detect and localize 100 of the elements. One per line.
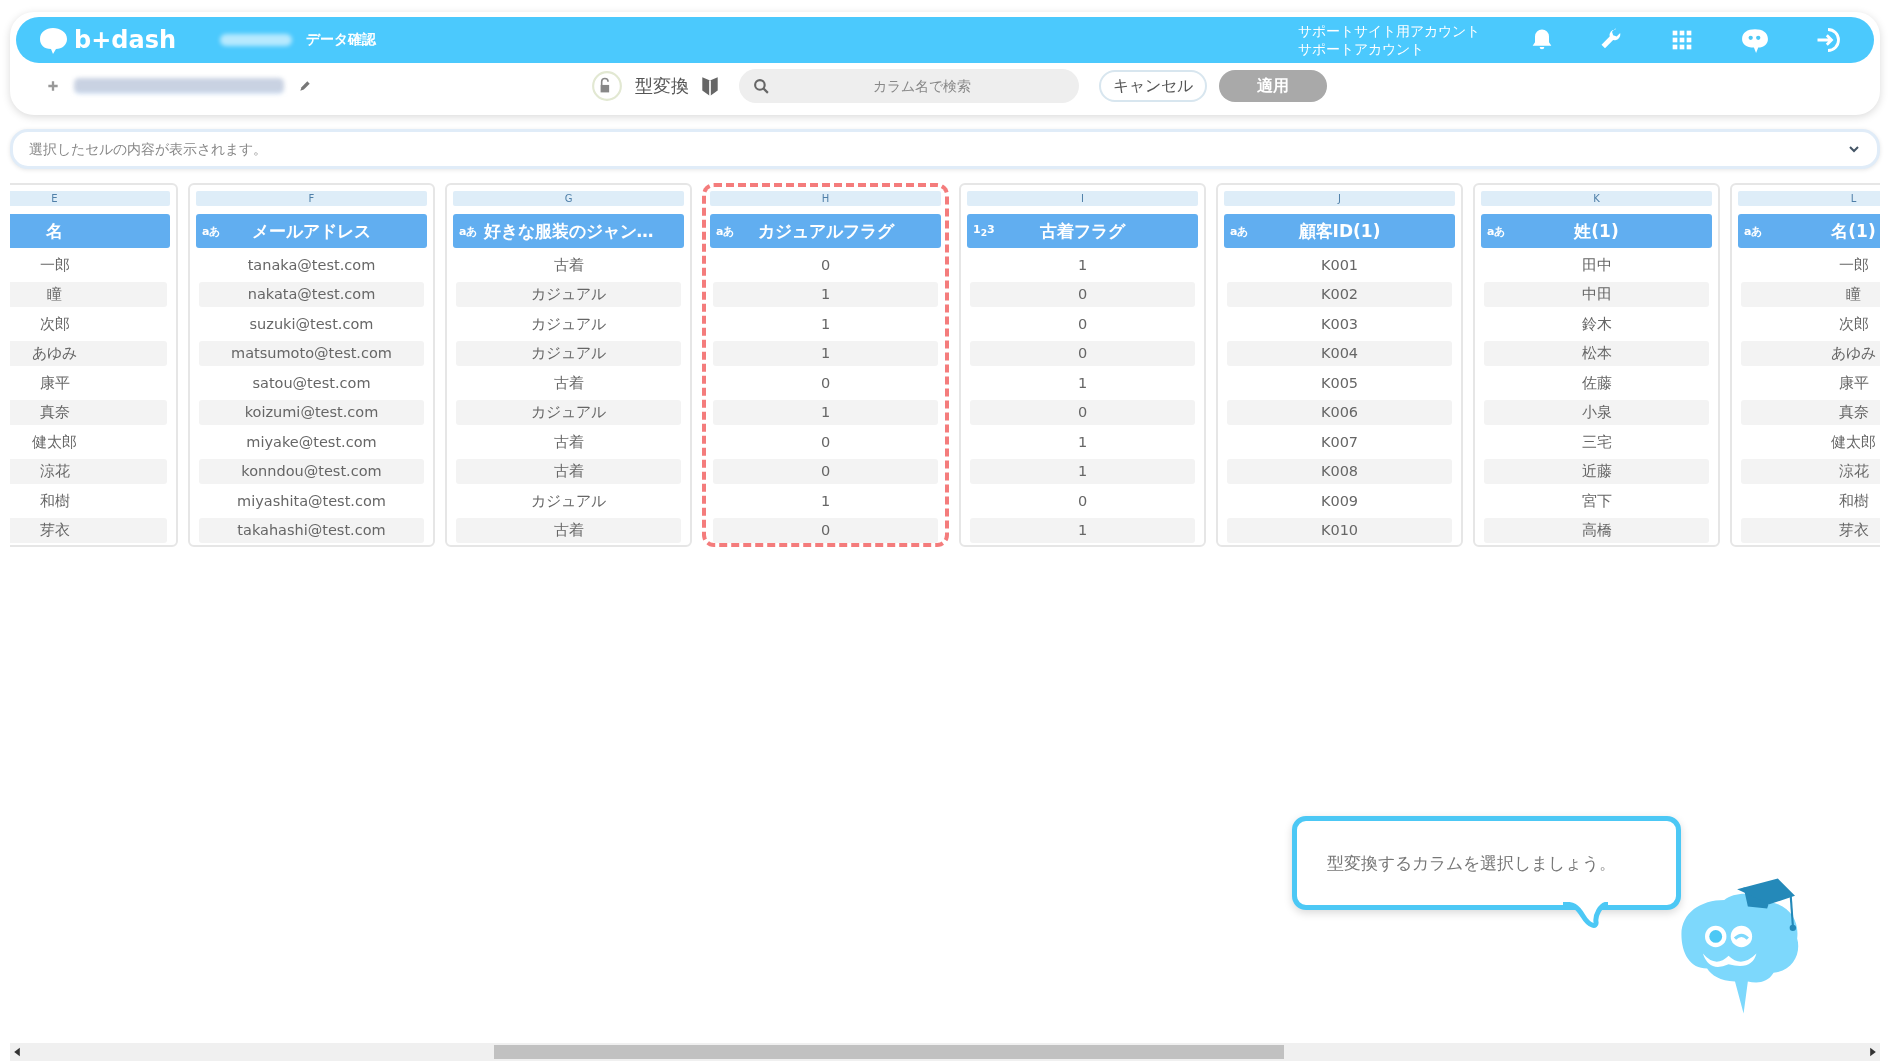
table-cell[interactable]: 1 xyxy=(970,459,1195,484)
table-cell[interactable]: miyashita@test.com xyxy=(199,488,424,514)
table-cell[interactable]: 松本 xyxy=(1484,341,1709,366)
table-cell[interactable]: 涼花 xyxy=(10,459,167,484)
table-cell[interactable]: 瞳 xyxy=(1741,282,1880,307)
table-cell[interactable]: K001 xyxy=(1227,252,1452,278)
table-cell[interactable]: 0 xyxy=(970,311,1195,337)
table-cell[interactable]: 1 xyxy=(713,488,938,514)
table-cell[interactable]: 1 xyxy=(713,282,938,307)
blurred-tab[interactable] xyxy=(74,78,284,94)
lock-icon[interactable] xyxy=(591,70,623,102)
table-cell[interactable]: K008 xyxy=(1227,459,1452,484)
table-cell[interactable]: 1 xyxy=(713,311,938,337)
table-cell[interactable]: K009 xyxy=(1227,488,1452,514)
table-cell[interactable]: miyake@test.com xyxy=(199,429,424,455)
table-cell[interactable]: 0 xyxy=(713,459,938,484)
table-cell[interactable]: 1 xyxy=(970,252,1195,278)
table-cell[interactable]: suzuki@test.com xyxy=(199,311,424,337)
table-cell[interactable]: 古着 xyxy=(456,252,681,278)
table-cell[interactable]: 健太郎 xyxy=(1741,429,1880,455)
table-cell[interactable]: 健太郎 xyxy=(10,429,167,455)
table-cell[interactable]: 佐藤 xyxy=(1484,370,1709,396)
table-column[interactable]: E 名 一郎 瞳 次郎 あゆみ 康平 真奈 健太郎 涼花 和樹 芽衣 xyxy=(10,183,178,547)
table-cell[interactable]: K004 xyxy=(1227,341,1452,366)
table-cell[interactable]: 1 xyxy=(970,518,1195,543)
table-cell[interactable]: 1 xyxy=(970,429,1195,455)
table-column[interactable]: G aあ 好きな服装のジャン… 古着 カジュアル カジュアル カジュアル 古着 カジュアル 古着 古着 カジュアル 古着 xyxy=(445,183,692,547)
table-column[interactable]: L aあ 名(1) 一郎 瞳 次郎 あゆみ 康平 真奈 健太郎 涼花 和樹 芽衣 xyxy=(1730,183,1880,547)
action-button[interactable]: キャンセル xyxy=(1099,70,1207,102)
table-cell[interactable]: 和樹 xyxy=(10,488,167,514)
table-column[interactable]: H aあ カジュアルフラグ 0 1 1 1 0 1 0 0 1 0 xyxy=(702,183,949,547)
pencil-icon[interactable] xyxy=(298,79,312,93)
table-cell[interactable]: nakata@test.com xyxy=(199,282,424,307)
table-cell[interactable]: カジュアル xyxy=(456,488,681,514)
table-column[interactable]: I 1$_{2}$3 古着フラグ 1 0 0 0 1 0 1 1 0 1 xyxy=(959,183,1206,547)
table-column[interactable]: F aあ メールアドレス tanaka@test.com nakata@test.com suzuki@test.com matsumoto@test.com satou@test.com koizumi@test.com miyake@test.com konndou@test.com miyashita@test.com takahashi@test.com xyxy=(188,183,435,547)
table-cell[interactable]: 0 xyxy=(970,488,1195,514)
table-cell[interactable]: 1 xyxy=(713,400,938,425)
table-cell[interactable]: 古着 xyxy=(456,429,681,455)
table-cell[interactable]: カジュアル xyxy=(456,311,681,337)
table-cell[interactable]: 次郎 xyxy=(10,311,167,337)
table-cell[interactable]: あゆみ xyxy=(1741,341,1880,366)
table-cell[interactable]: 0 xyxy=(713,252,938,278)
plus-icon[interactable] xyxy=(46,79,60,93)
table-cell[interactable]: 一郎 xyxy=(10,252,167,278)
table-cell[interactable]: 宮下 xyxy=(1484,488,1709,514)
table-cell[interactable]: K003 xyxy=(1227,311,1452,337)
table-cell[interactable]: 一郎 xyxy=(1741,252,1880,278)
table-cell[interactable]: 0 xyxy=(713,429,938,455)
table-cell[interactable]: tanaka@test.com xyxy=(199,252,424,278)
table-cell[interactable]: カジュアル xyxy=(456,400,681,425)
table-cell[interactable]: あゆみ xyxy=(10,341,167,366)
table-cell[interactable]: koizumi@test.com xyxy=(199,400,424,425)
table-cell[interactable]: カジュアル xyxy=(456,341,681,366)
table-cell[interactable]: K002 xyxy=(1227,282,1452,307)
table-cell[interactable]: takahashi@test.com xyxy=(199,518,424,543)
table-cell[interactable]: 瞳 xyxy=(10,282,167,307)
table-cell[interactable]: 和樹 xyxy=(1741,488,1880,514)
table-cell[interactable]: 近藤 xyxy=(1484,459,1709,484)
table-cell[interactable]: 1 xyxy=(970,370,1195,396)
table-cell[interactable]: 次郎 xyxy=(1741,311,1880,337)
table-cell[interactable]: 小泉 xyxy=(1484,400,1709,425)
table-cell[interactable]: 芽衣 xyxy=(1741,518,1880,543)
table-cell[interactable]: K006 xyxy=(1227,400,1452,425)
table-cell[interactable]: K007 xyxy=(1227,429,1452,455)
table-cell[interactable]: カジュアル xyxy=(456,282,681,307)
scrollbar-thumb[interactable] xyxy=(494,1045,1284,1059)
table-cell[interactable]: 中田 xyxy=(1484,282,1709,307)
table-cell[interactable]: 三宅 xyxy=(1484,429,1709,455)
table-cell[interactable]: 真奈 xyxy=(1741,400,1880,425)
beginner-mark-icon[interactable] xyxy=(701,75,719,97)
table-cell[interactable]: 古着 xyxy=(456,518,681,543)
table-cell[interactable]: 0 xyxy=(970,282,1195,307)
table-cell[interactable]: K010 xyxy=(1227,518,1452,543)
table-cell[interactable]: 0 xyxy=(713,370,938,396)
table-cell[interactable]: 1 xyxy=(713,341,938,366)
table-cell[interactable]: 田中 xyxy=(1484,252,1709,278)
table-cell[interactable]: 鈴木 xyxy=(1484,311,1709,337)
table-column[interactable]: K aあ 姓(1) 田中 中田 鈴木 松本 佐藤 小泉 三宅 近藤 宮下 高橋 xyxy=(1473,183,1720,547)
table-cell[interactable]: 真奈 xyxy=(10,400,167,425)
table-cell[interactable]: 0 xyxy=(713,518,938,543)
table-cell[interactable]: 涼花 xyxy=(1741,459,1880,484)
table-cell[interactable]: matsumoto@test.com xyxy=(199,341,424,366)
table-cell[interactable]: 高橋 xyxy=(1484,518,1709,543)
table-cell[interactable]: K005 xyxy=(1227,370,1452,396)
table-cell[interactable]: 康平 xyxy=(10,370,167,396)
table-cell[interactable]: 古着 xyxy=(456,370,681,396)
column-letter: G xyxy=(453,191,684,206)
table-cell[interactable]: 芽衣 xyxy=(10,518,167,543)
table-cell[interactable]: 0 xyxy=(970,400,1195,425)
table-column[interactable]: J aあ 顧客ID(1) K001 K002 K003 K004 K005 K006 K007 K008 K009 K010 xyxy=(1216,183,1463,547)
cell-content-field[interactable]: 選択したセルの内容が表示されます。 xyxy=(10,129,1880,169)
table-cell[interactable]: 古着 xyxy=(456,459,681,484)
table-cell[interactable]: 0 xyxy=(970,341,1195,366)
search-field[interactable]: カラム名で検索 xyxy=(739,69,1079,103)
blurred-nav-item[interactable] xyxy=(220,34,293,46)
table-cell[interactable]: konndou@test.com xyxy=(199,459,424,484)
horizontal-scrollbar[interactable] xyxy=(10,1043,1880,1061)
table-cell[interactable]: satou@test.com xyxy=(199,370,424,396)
table-cell[interactable]: 康平 xyxy=(1741,370,1880,396)
